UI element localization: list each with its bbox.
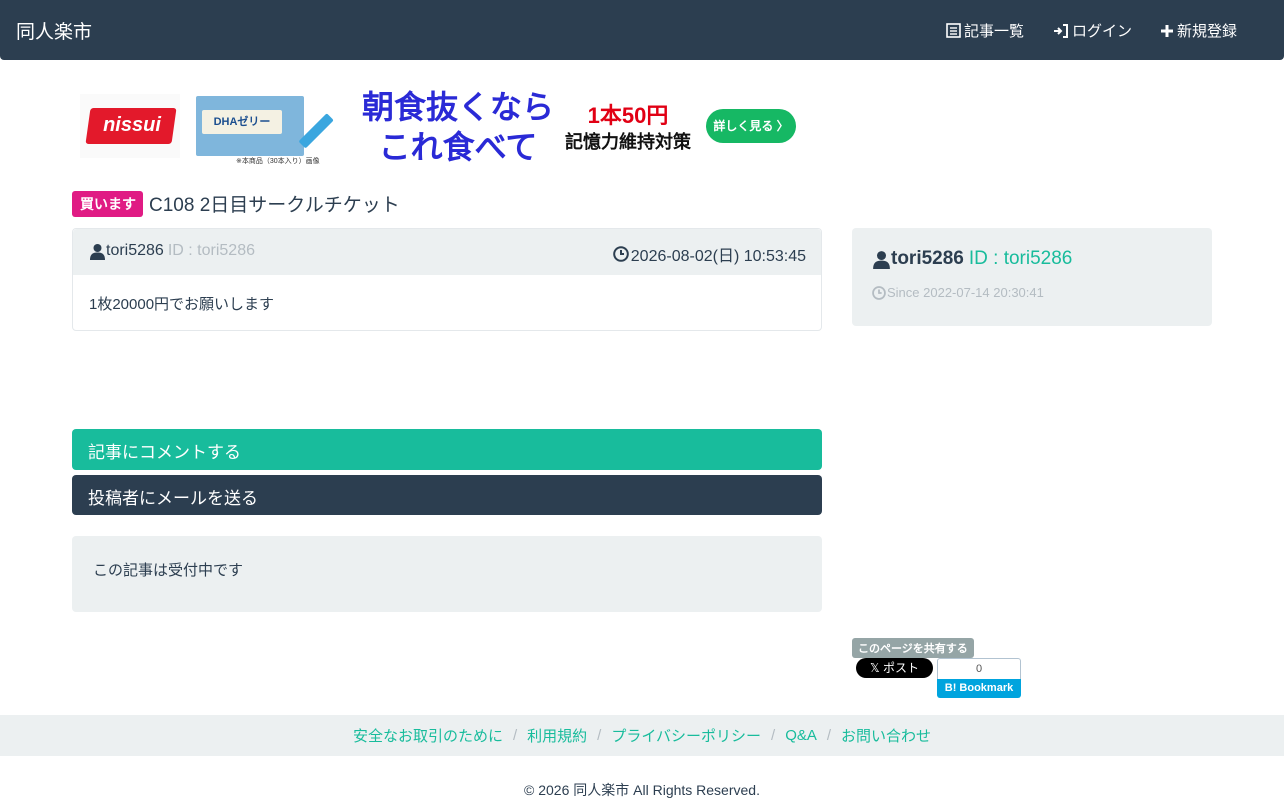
share-label: このページを共有する	[852, 638, 974, 658]
clock-icon	[872, 285, 886, 300]
user-card-name[interactable]: tori5286 ID : tori5286	[872, 248, 1072, 270]
login-icon	[1054, 23, 1068, 38]
copyright: © 2026 同人楽市 All Rights Reserved.	[524, 782, 760, 798]
post-title: C108 2日目サークルチケット	[149, 195, 400, 216]
footer-link-safety[interactable]: 安全なお取引のために	[353, 725, 503, 746]
user-id: ID : tori5286	[968, 248, 1073, 269]
post-date: 2026-08-02(日) 10:53:45	[612, 242, 806, 266]
post-author[interactable]: tori5286 ID : tori5286	[89, 242, 255, 260]
user-since-text: Since 2022-07-14 20:30:41	[887, 285, 1044, 300]
nav-login-label: ログイン	[1072, 23, 1133, 40]
nissui-logo: nissui	[80, 94, 180, 158]
ad-price: 1本50円	[587, 103, 669, 128]
nav-register-label: 新規登録	[1177, 23, 1238, 40]
post-title-row: 買います C108 2日目サークルチケット	[72, 190, 400, 217]
user-name: tori5286	[891, 248, 964, 269]
status-text: この記事は受付中です	[93, 562, 244, 579]
author-name: tori5286	[106, 242, 164, 259]
product-image: DHAゼリー	[196, 96, 304, 156]
nav-articles-label: 記事一覧	[964, 23, 1025, 40]
ad-headline: 朝食抜くなら これ食べて	[361, 89, 554, 165]
user-card: tori5286 ID : tori5286 Since 2022-07-14 …	[852, 228, 1212, 326]
x-post-button[interactable]: 𝕏 ポスト	[856, 658, 933, 678]
footer-links: 安全なお取引のために / 利用規約 / プライバシーポリシー / Q&A / お…	[0, 715, 1284, 756]
footer-separator: /	[771, 727, 776, 744]
post-header: tori5286 ID : tori5286 2026-08-02(日) 10:…	[73, 229, 821, 275]
nav-login-link[interactable]: ログイン	[1053, 20, 1132, 41]
author-id: ID : tori5286	[167, 242, 255, 259]
clock-icon	[612, 246, 629, 262]
footer-separator: /	[512, 727, 518, 744]
ad-subtitle: 記憶力維持対策	[565, 132, 691, 152]
hatena-count: 0	[937, 658, 1021, 679]
footer-link-privacy[interactable]: プライバシーポリシー	[611, 725, 761, 746]
plus-icon	[1161, 24, 1173, 37]
product-note: ※本商品（30本入り）画像	[236, 158, 320, 165]
user-icon	[90, 243, 105, 260]
status-panel: この記事は受付中です	[72, 536, 822, 612]
brand-logo[interactable]: 同人楽市	[16, 17, 92, 44]
user-since: Since 2022-07-14 20:30:41	[872, 285, 1044, 300]
nav-articles-link[interactable]: 記事一覧	[946, 20, 1024, 41]
navbar: 同人楽市 記事一覧 ログイン 新規登録	[0, 0, 1284, 60]
footer-link-terms[interactable]: 利用規約	[527, 725, 587, 746]
comment-button[interactable]: 記事にコメントする	[72, 429, 822, 470]
post-date-text: 2026-08-02(日) 10:53:45	[630, 248, 806, 265]
buy-badge: 買います	[72, 190, 143, 217]
list-icon	[946, 23, 961, 38]
nav-register-link[interactable]: 新規登録	[1160, 20, 1237, 41]
ad-banner[interactable]: nissui DHAゼリー ※本商品（30本入り）画像 朝食抜くなら これ食べて…	[80, 89, 796, 165]
footer-link-contact[interactable]: お問い合わせ	[841, 725, 931, 746]
post-body: 1枚20000円でお願いします	[89, 296, 275, 313]
mail-poster-button[interactable]: 投稿者にメールを送る	[72, 475, 822, 515]
ad-details-button[interactable]: 詳しく見る 〉	[706, 109, 796, 143]
footer-link-qa[interactable]: Q&A	[785, 727, 817, 744]
post-card: tori5286 ID : tori5286 2026-08-02(日) 10:…	[72, 228, 822, 331]
footer-separator: /	[597, 727, 602, 744]
hatena-bookmark-button[interactable]: B! Bookmark	[937, 679, 1021, 698]
footer-separator: /	[826, 727, 832, 744]
user-icon	[873, 250, 890, 269]
